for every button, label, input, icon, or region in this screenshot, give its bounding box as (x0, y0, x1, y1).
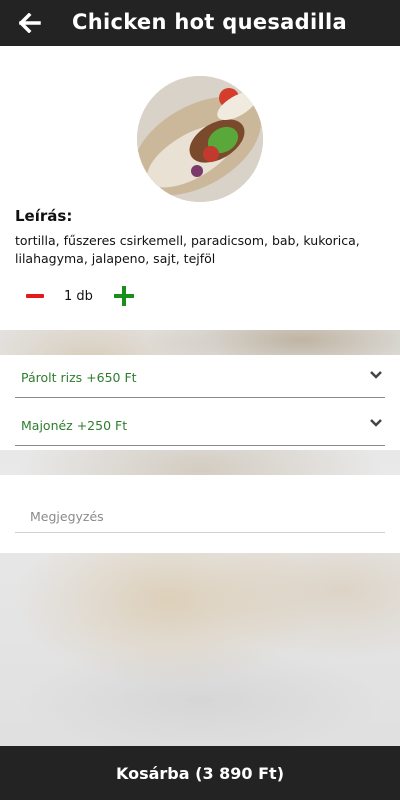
note-card (0, 475, 400, 553)
description-text: tortilla, fűszeres csirkemell, paradicso… (15, 233, 360, 266)
option-label: Majonéz +250 Ft (21, 418, 128, 433)
description-label: Leírás: (15, 207, 73, 225)
arrow-left-icon (19, 13, 41, 33)
option-dropdown-mayo[interactable]: Majonéz +250 Ft (15, 403, 385, 446)
quantity-stepper: 1 db (0, 282, 400, 312)
back-button[interactable] (14, 7, 46, 39)
quantity-value: 1 db (64, 289, 93, 304)
product-image (137, 76, 263, 202)
add-to-cart-button[interactable]: Kosárba (3 890 Ft) (0, 746, 400, 800)
note-input[interactable] (15, 500, 385, 533)
add-to-cart-label: Kosárba (3 890 Ft) (115, 763, 284, 783)
minus-icon (26, 294, 44, 298)
options-card: Párolt rizs +650 Ft Majonéz +250 Ft (0, 355, 400, 450)
chevron-down-icon (370, 419, 382, 427)
page-title: Chicken hot quesadilla (72, 10, 347, 34)
decrease-quantity-button[interactable] (24, 284, 48, 308)
product-card: Leírás: tortilla, fűszeres csirkemell, p… (0, 46, 400, 330)
chevron-down-icon (370, 371, 382, 379)
option-label: Párolt rizs +650 Ft (21, 370, 137, 385)
top-bar: Chicken hot quesadilla (0, 0, 400, 46)
option-dropdown-rice[interactable]: Párolt rizs +650 Ft (15, 355, 385, 398)
increase-quantity-button[interactable] (112, 284, 136, 308)
